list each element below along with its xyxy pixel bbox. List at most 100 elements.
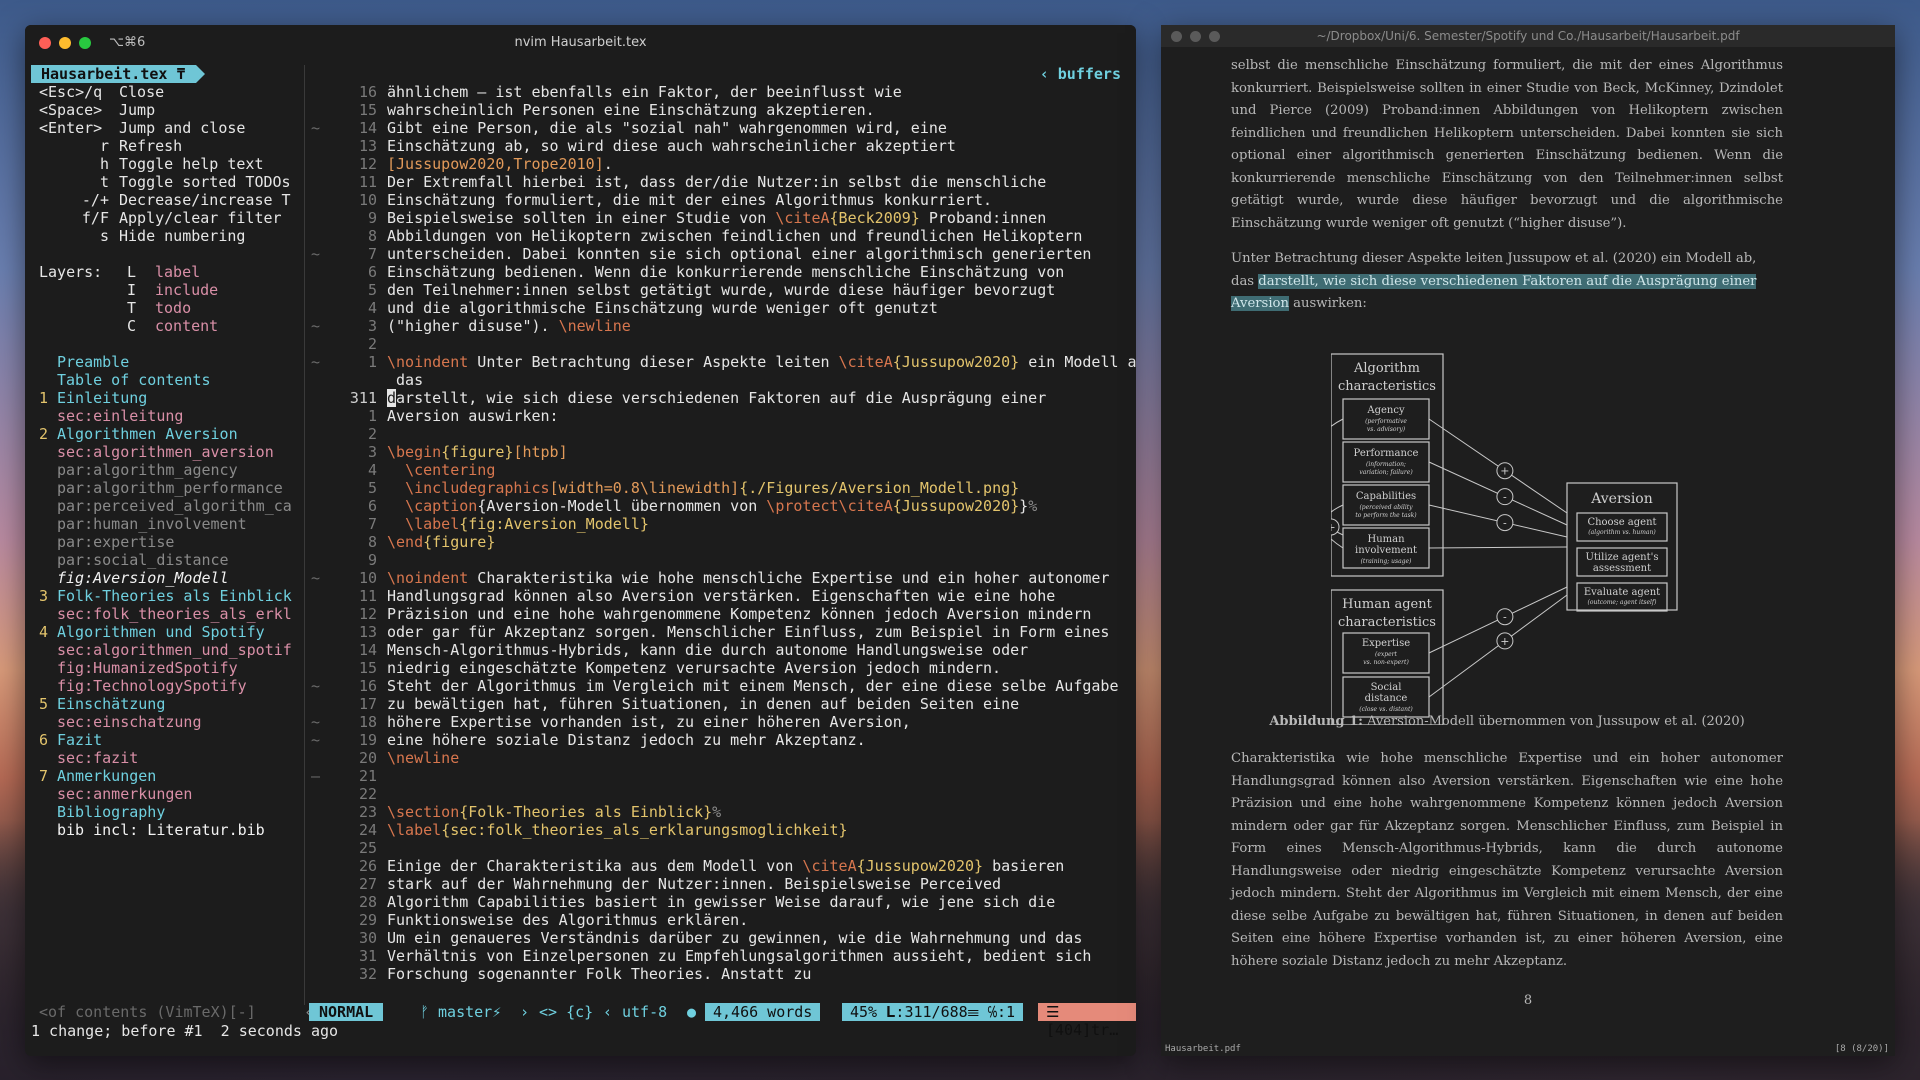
toc-entry[interactable]: sec:einleitung [39,407,183,425]
code-line[interactable]: Handlungsgrad können also Aversion verst… [387,587,1055,605]
text-cursor: d [387,389,397,407]
code-line[interactable]: Einschätzung formuliert, die mit der ein… [387,191,992,209]
latex-argument: {Jussupow2020} [892,497,1020,515]
code-line[interactable]: Einige der Charakteristika aus dem Model… [387,857,1064,875]
toc-entry[interactable]: 5 Einschätzung [39,695,165,713]
code-line[interactable]: niedrig eingeschätzte Kompetenz verursac… [387,659,1001,677]
pdf-titlebar[interactable]: ~/Dropbox/Uni/6. Semester/Spotify und Co… [1161,25,1895,47]
code-line[interactable]: Beispielsweise sollten in einer Studie v… [387,209,1046,227]
code-line[interactable]: darstellt, wie sich diese verschiedenen … [387,389,1046,407]
code-line[interactable]: \end{figure} [387,533,495,551]
toc-entry[interactable]: Bibliography [39,803,165,821]
code-line[interactable]: Um ein genaueres Verständnis darüber zu … [387,929,1082,947]
toc-entry[interactable]: 3 Folk-Theories als Einblick [39,587,292,605]
code-line[interactable]: wahrscheinlich Personen eine Einschätzun… [387,101,875,119]
toc-entry[interactable]: Preamble [39,353,129,371]
code-line[interactable]: stark auf der Wahrnehmung der Nutzer:inn… [387,875,1001,893]
code-line[interactable]: Abbildungen von Helikoptern zwischen fei… [387,227,1082,245]
toc-entry[interactable]: sec:fazit [39,749,138,767]
code-line[interactable]: unterscheiden. Dabei konnten sie sich op… [387,245,1091,263]
toc-buffer-tab[interactable]: Hausarbeit.tex ₸ [31,65,204,83]
toc-help-text: Jump [119,101,156,119]
toc-entry[interactable]: fig:Aversion_Modell [39,569,229,587]
code-line[interactable]: \caption{Aversion-Modell übernommen von … [387,497,1037,515]
code-line[interactable]: \centering [387,461,495,479]
code-line[interactable]: Gibt eine Person, die als "sozial nah" w… [387,119,947,137]
toc-entry-label: Table of contents [57,371,211,389]
toc-help-line: <Esc>/q Close [39,83,164,101]
code-line[interactable]: Mensch-Algorithmus-Hybrids, kann die dur… [387,641,1028,659]
toc-entry[interactable]: sec:algorithmen_aversion [39,443,274,461]
code-line[interactable]: ("higher disuse"). \newline [387,317,631,335]
code-line[interactable]: \label{fig:Aversion_Modell} [387,515,649,533]
pdf-viewer-window: ~/Dropbox/Uni/6. Semester/Spotify und Co… [1161,25,1895,1056]
toc-entry[interactable]: sec:folk_theories_als_erkl [39,605,292,623]
toc-entry[interactable]: sec:algorithmen_und_spotif [39,641,292,659]
algo-box-sub-2: variation; failure) [1359,469,1413,476]
algo-box-sub-2: to perform the task) [1355,512,1417,519]
code-line[interactable]: Präzision und eine hohe wahrgenommene Ko… [387,605,1091,623]
toc-entry[interactable]: 1 Einleitung [39,389,147,407]
toc-entry[interactable]: fig:TechnologySpotify [39,677,247,695]
code-line[interactable]: \includegraphics[width=0.8\linewidth]{./… [387,479,1019,497]
toc-entry[interactable]: 4 Algorithmen und Spotify [39,623,265,641]
toc-entry-label: par:human_involvement [57,515,247,533]
code-line[interactable]: und die algorithmische Einschätzung wurd… [387,299,938,317]
code-line[interactable]: das [387,371,423,389]
line-number: 29 [358,911,377,929]
toc-entry[interactable]: 2 Algorithmen Aversion [39,425,238,443]
toc-entry[interactable]: par:human_involvement [39,515,247,533]
toc-entry[interactable]: bib incl: Literatur.bib [39,821,265,839]
code-line[interactable]: \noindent Unter Betrachtung dieser Aspek… [387,353,1136,371]
code-line[interactable]: Steht der Algorithmus im Vergleich mit e… [387,677,1119,695]
code-line[interactable]: zu bewältigen hat, führen Situationen, i… [387,695,1019,713]
line-number: 14 [358,119,377,137]
latex-command: \citeA [838,497,893,515]
code-line[interactable]: Algorithm Capabilities basiert in gewiss… [387,893,1055,911]
code-line[interactable]: eine höhere soziale Distanz jedoch zu me… [387,731,866,749]
code-line[interactable]: \noindent Charakteristika wie hohe mensc… [387,569,1109,587]
toc-entry[interactable]: par:algorithm_agency [39,461,238,479]
code-line[interactable]: oder gar für Akzeptanz sorgen. Menschlic… [387,623,1109,641]
toc-layer-toggle[interactable]: Ttodo [127,299,191,317]
toc-entry[interactable]: 7 Anmerkungen [39,767,156,785]
code-line[interactable]: Der Extremfall hierbei ist, dass der/die… [387,173,1046,191]
code-line[interactable]: Aversion auswirken: [387,407,559,425]
toc-entry[interactable]: sec:anmerkungen [39,785,192,803]
latex-argument: {sec:folk_theories_als_erklarungsmoglich… [441,821,848,839]
buffers-label[interactable]: ‹ buffers [1040,65,1121,83]
editor-pane[interactable]: ‹ buffers 16 ähnlichem – ist ebenfalls ei… [307,65,1136,1005]
toc-entry[interactable]: par:algorithm_performance [39,479,283,497]
toc-layer-toggle[interactable]: Iinclude [127,281,218,299]
terminal-titlebar[interactable]: ⌥⌘6 nvim Hausarbeit.tex [25,25,1136,61]
toc-entry[interactable]: fig:HumanizedSpotify [39,659,238,677]
code-line[interactable]: [Jussupow2020,Trope2010]. [387,155,613,173]
toc-layer-toggle[interactable]: Ccontent [127,317,218,335]
toc-entry[interactable]: Table of contents [39,371,211,389]
command-line[interactable]: 1 change; before #1 2 seconds ago [31,1022,338,1040]
line-number: 8 [367,227,377,245]
code-line[interactable]: Funktionsweise des Algorithmus erklären. [387,911,748,929]
toc-entry[interactable]: 6 Fazit [39,731,102,749]
line-number: 9 [367,209,377,227]
vimtex-toc-pane[interactable]: Hausarbeit.tex ₸ <Esc>/q Close <Space> Jump… [25,65,303,985]
latex-comment: % [1028,497,1038,515]
code-line[interactable]: ähnlichem – ist ebenfalls ein Faktor, de… [387,83,902,101]
toc-layer-toggle[interactable]: Llabel [127,263,200,281]
code-line[interactable]: \section{Folk-Theories als Einblick}% [387,803,721,821]
code-line[interactable]: \begin{figure}[htpb] [387,443,568,461]
code-line[interactable]: Verhältnis von Einzelpersonen zu Empfehl… [387,947,1091,965]
code-line[interactable]: den Teilnehmer:innen selbst getätigt wur… [387,281,1055,299]
toc-entry-number: 4 [39,623,49,641]
toc-entry[interactable]: par:perceived_algorithm_ca [39,497,292,515]
split-divider[interactable] [304,65,305,1005]
code-line[interactable]: \label{sec:folk_theories_als_erklarungsm… [387,821,848,839]
toc-entry[interactable]: par:expertise [39,533,174,551]
toc-entry[interactable]: par:social_distance [39,551,229,569]
code-line[interactable]: \newline [387,749,459,767]
code-line[interactable]: Einschätzung ab, so wird diese auch wahr… [387,137,956,155]
code-line[interactable]: Einschätzung bedienen. Wenn die konkurri… [387,263,1064,281]
toc-entry[interactable]: sec:einschatzung [39,713,202,731]
code-line[interactable]: höhere Expertise vorhanden ist, zu einer… [387,713,911,731]
code-line[interactable]: Forschung sogenannter Folk Theories. Ans… [387,965,811,983]
